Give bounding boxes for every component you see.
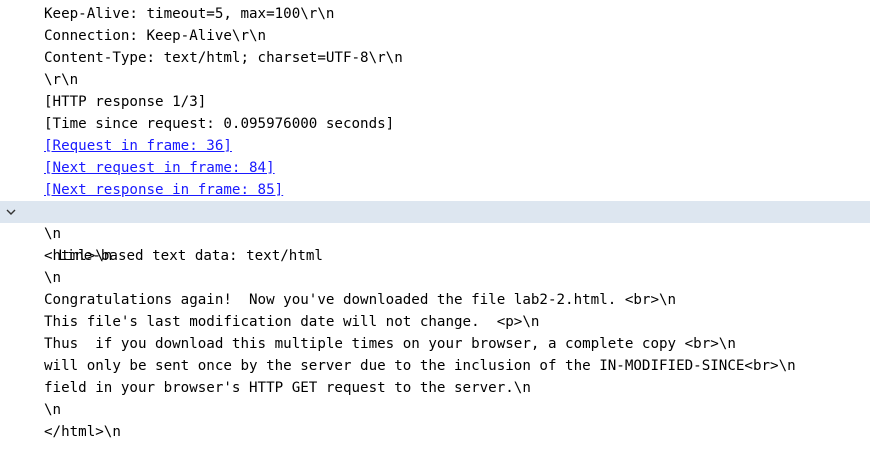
text-data-line[interactable]: <html>\n [0, 245, 870, 267]
http-header-end[interactable]: \r\n [0, 69, 870, 91]
next-request-in-frame-link[interactable]: [Next request in frame: 84] [44, 160, 275, 176]
text-data-line[interactable]: will only be sent once by the server due… [0, 355, 870, 377]
text-data-line[interactable]: </html>\n [0, 421, 870, 443]
chevron-down-icon[interactable] [2, 201, 20, 223]
text-data-line[interactable]: field in your browser's HTTP GET request… [0, 377, 870, 399]
http-header-content-type[interactable]: Content-Type: text/html; charset=UTF-8\r… [0, 47, 870, 69]
http-time-since-request[interactable]: [Time since request: 0.095976000 seconds… [0, 113, 870, 135]
text-data-line[interactable]: This file's last modification date will … [0, 311, 870, 333]
text-data-line[interactable]: \n [0, 267, 870, 289]
text-data-line[interactable]: Congratulations again! Now you've downlo… [0, 289, 870, 311]
text-data-line[interactable]: \n [0, 399, 870, 421]
http-header-keep-alive[interactable]: Keep-Alive: timeout=5, max=100\r\n [0, 3, 870, 25]
packet-details-pane: Keep-Alive: timeout=5, max=100\r\n Conne… [0, 0, 870, 449]
text-data-line[interactable]: \n [0, 223, 870, 245]
text-data-line[interactable]: Thus if you download this multiple times… [0, 333, 870, 355]
http-response-index[interactable]: [HTTP response 1/3] [0, 91, 870, 113]
line-based-text-data-row[interactable]: Line-based text data: text/html [0, 201, 870, 264]
http-header-connection[interactable]: Connection: Keep-Alive\r\n [0, 25, 870, 47]
next-response-in-frame-link[interactable]: [Next response in frame: 85] [44, 182, 283, 198]
request-in-frame-link[interactable]: [Request in frame: 36] [44, 138, 232, 154]
